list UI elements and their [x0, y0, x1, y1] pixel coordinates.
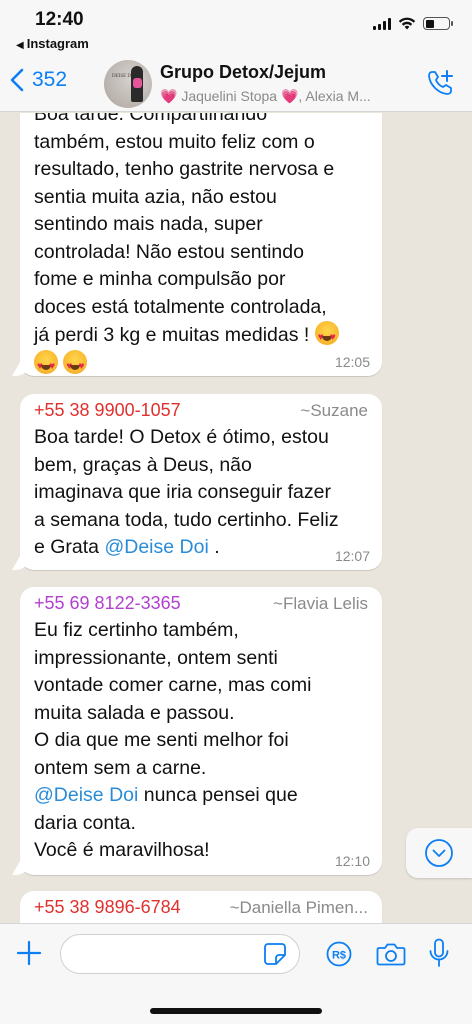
- svg-text:R$: R$: [332, 950, 346, 962]
- message-input[interactable]: [60, 934, 300, 974]
- status-time: 12:40: [35, 9, 84, 30]
- heart-icon: 💗: [280, 88, 299, 104]
- status-bar: 12:40 ◀ Instagram: [0, 0, 472, 56]
- sender-phone[interactable]: +55 38 9896-6784: [34, 897, 181, 918]
- heart-eyes-emoji: [314, 321, 339, 352]
- sender-alias: ~Flavia Lelis: [273, 594, 368, 613]
- back-button[interactable]: 352: [10, 68, 67, 92]
- back-app-label: Instagram: [26, 36, 89, 51]
- add-call-icon[interactable]: [426, 68, 456, 98]
- message-bubble[interactable]: +55 69 8122-3365 ~Flavia Lelis Eu fiz ce…: [20, 587, 382, 875]
- members-more: , Alexia M...: [298, 88, 371, 104]
- chevron-left-icon: [10, 68, 24, 92]
- chevron-down-circle-icon: [425, 839, 453, 867]
- payment-icon[interactable]: R$: [326, 941, 352, 967]
- sender-alias: ~Suzane: [300, 401, 368, 420]
- input-bar: R$: [0, 923, 472, 1024]
- message-bubble[interactable]: +55 38 9896-6784 ~Daniella Pimen...: [20, 891, 382, 923]
- group-name[interactable]: Grupo Detox/Jejum: [160, 62, 326, 83]
- member-name: Jaquelini Stopa: [181, 88, 278, 104]
- heart-eyes-emoji: [63, 349, 88, 380]
- plus-icon[interactable]: [16, 940, 42, 966]
- back-to-app-link[interactable]: ◀ Instagram: [16, 36, 89, 51]
- message-time: 12:07: [334, 548, 370, 564]
- chat-header: 352 DEISE DOI Grupo Detox/Jejum 💗 Jaquel…: [0, 56, 472, 112]
- sender-phone[interactable]: +55 38 9900-1057: [34, 400, 181, 421]
- scroll-to-bottom-button[interactable]: [406, 828, 472, 878]
- unread-count: 352: [32, 68, 68, 91]
- message-text: Boa tarde. Compartilhando também, estou …: [34, 113, 368, 380]
- status-icons: [373, 17, 453, 30]
- home-indicator[interactable]: [150, 1008, 322, 1014]
- message-text: Eu fiz certinho também, impressionante, …: [34, 619, 312, 861]
- sender-row: +55 69 8122-3365 ~Flavia Lelis: [34, 593, 368, 617]
- message-bubble[interactable]: +55 38 9900-1057 ~Suzane Boa tarde! O De…: [20, 394, 382, 570]
- battery-icon: [423, 17, 453, 30]
- mention-link[interactable]: @Deise Doi: [34, 784, 138, 806]
- heart-eyes-emoji: [34, 349, 58, 380]
- sender-row: +55 38 9896-6784 ~Daniella Pimen...: [34, 897, 368, 921]
- message-time: 12:10: [334, 853, 370, 869]
- group-avatar[interactable]: DEISE DOI: [104, 60, 152, 108]
- message-bubble[interactable]: Boa tarde. Compartilhando também, estou …: [20, 113, 382, 380]
- wifi-icon: [398, 17, 416, 30]
- message-list[interactable]: Boa tarde. Compartilhando também, estou …: [0, 113, 472, 923]
- message-text: Boa tarde! O Detox é ótimo, estou bem, g…: [34, 426, 339, 558]
- sender-phone[interactable]: +55 69 8122-3365: [34, 593, 181, 614]
- sticker-icon[interactable]: [263, 942, 287, 966]
- group-members[interactable]: 💗 Jaquelini Stopa 💗, Alexia M...: [160, 88, 410, 105]
- cellular-signal-icon: [373, 17, 391, 30]
- mention-link[interactable]: @Deise Doi: [104, 536, 208, 558]
- sender-alias: ~Daniella Pimen...: [229, 898, 368, 917]
- camera-icon[interactable]: [376, 941, 406, 967]
- back-triangle-icon: ◀: [16, 40, 24, 51]
- message-time: 12:05: [334, 354, 370, 370]
- microphone-icon[interactable]: [428, 938, 450, 968]
- sender-row: +55 38 9900-1057 ~Suzane: [34, 400, 368, 424]
- heart-icon: 💗: [160, 88, 178, 104]
